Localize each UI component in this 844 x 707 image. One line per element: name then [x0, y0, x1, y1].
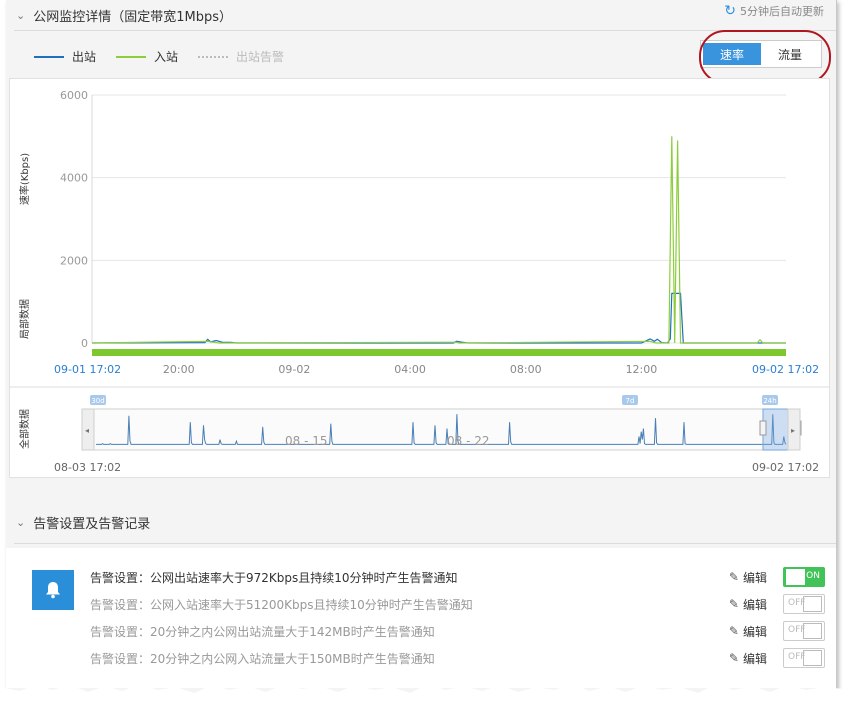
- legend-outbound[interactable]: 出站: [34, 48, 96, 65]
- toggle-state-label: OFF: [788, 625, 806, 635]
- edit-label: 编辑: [742, 597, 767, 612]
- legend-alarm-label: 出站告警: [236, 50, 285, 64]
- alert-toggle[interactable]: ON: [783, 567, 825, 587]
- alert-rule-row: 告警设置：20分钟之内公网入站流量大于150MB时产生告警通知 ✎ 编辑 OFF: [90, 647, 825, 669]
- toggle-knob: [803, 623, 822, 639]
- alert-rule-row: 告警设置：公网出站速率大于972Kbps且持续10分钟时产生告警通知 ✎ 编辑 ON: [90, 566, 825, 588]
- legend-inbound-swatch: [116, 55, 147, 58]
- toggle-state-label: ON: [806, 571, 820, 581]
- alerts-divider: [14, 543, 836, 544]
- alerts-header[interactable]: ⌄ 告警设置及告警记录: [6, 507, 836, 537]
- chevron-down-icon[interactable]: ⌄: [16, 516, 25, 529]
- x-tick-label: 20:00: [163, 363, 195, 376]
- edit-button[interactable]: ✎ 编辑: [729, 569, 767, 586]
- edit-label: 编辑: [742, 651, 767, 666]
- y-tick-label: 2000: [60, 254, 88, 267]
- alert-rule-row: 告警设置：20分钟之内公网出站流量大于142MB时产生告警通知 ✎ 编辑 OFF: [90, 620, 825, 642]
- legend-alarm-swatch: [198, 55, 229, 58]
- local-data-label: 局部数据: [18, 299, 31, 339]
- series-line-outbound: [91, 292, 786, 344]
- edit-button[interactable]: ✎ 编辑: [729, 650, 767, 667]
- y-axis-label: 速率(Kbps): [18, 153, 31, 205]
- monitor-title: 公网监控详情（固定带宽1Mbps）: [33, 9, 232, 25]
- legend-inbound[interactable]: 入站: [116, 48, 178, 65]
- chevron-down-icon[interactable]: ⌄: [16, 9, 25, 22]
- edit-label: 编辑: [742, 624, 767, 639]
- torn-edge: [0, 684, 844, 707]
- range-badge-label: 24h: [763, 397, 776, 405]
- alert-rule-text: 告警设置：20分钟之内公网入站流量大于150MB时产生告警通知: [90, 651, 435, 666]
- legend-outbound-label: 出站: [72, 50, 97, 64]
- chart-legend: 出站 入站 出站告警: [34, 48, 304, 65]
- edit-button[interactable]: ✎ 编辑: [729, 596, 767, 613]
- legend-inbound-label: 入站: [154, 50, 179, 64]
- legend-outbound-alarm[interactable]: 出站告警: [198, 48, 284, 65]
- y-tick-label: 0: [81, 337, 88, 350]
- pencil-icon: ✎: [728, 570, 739, 584]
- y-tick-label: 6000: [60, 89, 88, 102]
- nav-start-label: 08-03 17:02: [54, 461, 121, 474]
- x-tick-label: 04:00: [394, 363, 426, 376]
- alert-toggle[interactable]: OFF: [783, 621, 825, 641]
- alert-rule-text: 告警设置：公网出站速率大于972Kbps且持续10分钟时产生告警通知: [90, 570, 458, 585]
- alert-toggle[interactable]: OFF: [783, 648, 825, 668]
- monitor-header[interactable]: ⌄ 公网监控详情（固定带宽1Mbps）: [6, 0, 836, 30]
- navigator-right-glyph: ▸: [791, 426, 795, 435]
- bell-icon: [32, 570, 74, 610]
- refresh-text: 5分钟后自动更新: [740, 5, 824, 18]
- monitor-panel: ⌄ 公网监控详情（固定带宽1Mbps） ↻ 5分钟后自动更新 出站 入站 出站告…: [6, 0, 837, 700]
- alert-rule-text: 告警设置：公网入站速率大于51200Kbps且持续10分钟时产生告警通知: [90, 597, 473, 612]
- y-tick-label: 4000: [60, 172, 88, 185]
- navigator-handle-left: [759, 420, 767, 436]
- chart-container: 0 2000 4000 6000 速率(Kbps) 局部数据 09-01 17:02 09-0…: [9, 78, 830, 478]
- all-data-label: 全部数据: [18, 409, 31, 449]
- toggle-knob: [803, 650, 822, 666]
- x-start-label: 09-01 17:02: [54, 363, 121, 376]
- alert-toggle[interactable]: OFF: [783, 594, 825, 614]
- highlight-ring: [699, 30, 831, 84]
- pencil-icon: ✎: [728, 597, 739, 611]
- navigator-left-glyph: ◂: [85, 426, 89, 435]
- x-end-label: 09-02 17:02: [752, 363, 819, 376]
- period-label: 08 - 22: [447, 434, 490, 448]
- alerts-title: 告警设置及告警记录: [33, 516, 151, 532]
- toggle-knob: [786, 569, 805, 585]
- x-tick-label: 08:00: [510, 363, 542, 376]
- toggle-state-label: OFF: [788, 652, 806, 662]
- edit-label: 编辑: [742, 570, 767, 585]
- alerts-panel: 告警设置：公网出站速率大于972Kbps且持续10分钟时产生告警通知 ✎ 编辑 ON 告…: [6, 548, 836, 688]
- period-label: 08 - 15: [285, 434, 328, 448]
- nav-end-label: 09-02 17:02: [752, 461, 819, 474]
- refresh-icon[interactable]: ↻: [724, 3, 736, 19]
- pencil-icon: ✎: [728, 651, 739, 665]
- x-tick-label: 09-02: [278, 363, 310, 376]
- x-tick-label: 12:00: [626, 363, 658, 376]
- auto-refresh[interactable]: ↻ 5分钟后自动更新: [724, 3, 824, 19]
- rate-chart[interactable]: 0 2000 4000 6000 速率(Kbps) 局部数据 09-01 17:02 09-0…: [10, 79, 829, 477]
- header-divider: [14, 30, 836, 31]
- legend-outbound-swatch: [34, 55, 64, 58]
- range-badge-label: 30d: [91, 397, 104, 405]
- toggle-knob: [803, 596, 822, 612]
- edit-button[interactable]: ✎ 编辑: [729, 623, 767, 640]
- range-badge-label: 7d: [626, 397, 635, 405]
- alert-rule-row: 告警设置：公网入站速率大于51200Kbps且持续10分钟时产生告警通知 ✎ 编辑 O…: [90, 593, 825, 615]
- toggle-state-label: OFF: [788, 598, 806, 608]
- pencil-icon: ✎: [728, 624, 739, 638]
- alert-rule-text: 告警设置：20分钟之内公网出站流量大于142MB时产生告警通知: [90, 624, 435, 639]
- bell-icon-glyph: [46, 582, 60, 599]
- range-bar: [92, 349, 786, 356]
